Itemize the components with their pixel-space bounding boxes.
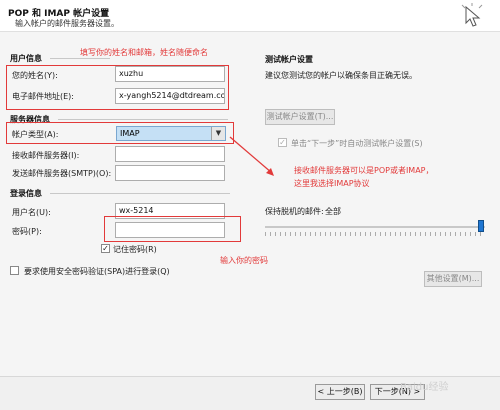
- auto-test-label: 单击“下一步”时自动测试帐户设置(S): [291, 139, 423, 148]
- chevron-down-icon[interactable]: ▼: [211, 127, 225, 140]
- dialog-subtitle: 输入帐户的邮件服务器设置。: [15, 19, 119, 28]
- remember-password-checkbox[interactable]: ✓: [101, 244, 110, 253]
- email-label: 电子邮件地址(E):: [12, 92, 74, 101]
- outgoing-server-label: 发送邮件服务器(SMTP)(O):: [12, 169, 112, 178]
- user-info-section-label: 用户信息: [10, 54, 42, 63]
- auto-test-checkbox[interactable]: ✓: [278, 138, 287, 147]
- account-type-label: 帐户类型(A):: [12, 130, 59, 139]
- incoming-server-input[interactable]: [115, 146, 225, 162]
- dialog-header: POP 和 IMAP 帐户设置 输入帐户的邮件服务器设置。: [0, 0, 500, 32]
- offline-mail-value: 全部: [325, 207, 341, 216]
- account-type-value: IMAP: [120, 129, 140, 138]
- more-settings-button[interactable]: 其他设置(M)...: [424, 271, 482, 287]
- password-label: 密码(P):: [12, 227, 42, 236]
- spa-checkbox[interactable]: [10, 266, 19, 275]
- login-info-section-label: 登录信息: [10, 189, 42, 198]
- remember-password-label: 记住密码(R): [113, 245, 157, 254]
- password-annotation: 输入你的密码: [220, 256, 268, 265]
- offline-mail-label: 保持脱机的邮件:: [265, 207, 324, 216]
- cursor-icon: [461, 3, 483, 27]
- section-divider: [50, 58, 110, 59]
- test-account-button[interactable]: 测试帐户设置(T)...: [265, 109, 335, 125]
- account-type-select[interactable]: IMAP ▼: [116, 126, 226, 141]
- arrow-icon: [229, 136, 274, 176]
- name-input[interactable]: xuzhu: [115, 66, 225, 82]
- email-input[interactable]: x-yangh5214@dtdream.com: [115, 88, 225, 104]
- test-section-label: 测试帐户设置: [265, 55, 313, 64]
- section-divider: [50, 193, 230, 194]
- back-button[interactable]: < 上一步(B): [315, 384, 365, 400]
- test-description: 建议您测试您的帐户以确保条目正确无误。: [265, 71, 417, 80]
- offline-slider-thumb[interactable]: [478, 220, 484, 232]
- name-email-annotation: 填写你的姓名和邮箱，姓名随便命名: [80, 48, 208, 57]
- name-label: 您的姓名(Y):: [12, 71, 58, 80]
- server-annotation-line2: 这里我选择IMAP协议: [294, 179, 370, 188]
- spa-label: 要求使用安全密码验证(SPA)进行登录(Q): [24, 267, 170, 276]
- username-label: 用户名(U):: [12, 208, 51, 217]
- outgoing-server-input[interactable]: [115, 165, 225, 181]
- server-annotation-line1: 接收邮件服务器可以是POP或者IMAP，: [294, 166, 434, 175]
- watermark: Baidu经验: [400, 382, 449, 393]
- incoming-server-label: 接收邮件服务器(I):: [12, 151, 80, 160]
- section-divider: [58, 119, 228, 120]
- password-highlight-box: [104, 216, 241, 242]
- offline-slider-track[interactable]: [265, 226, 485, 228]
- offline-slider-ticks: [265, 232, 485, 236]
